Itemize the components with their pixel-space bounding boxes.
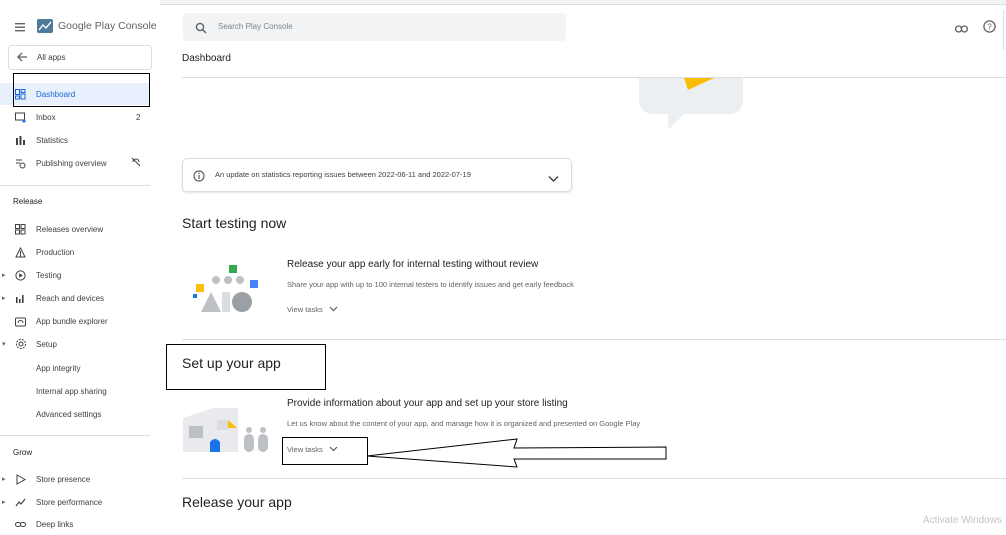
help-icon[interactable]: ? xyxy=(983,20,996,38)
inbox-count-badge: 2 xyxy=(136,112,141,122)
production-icon xyxy=(14,246,27,259)
sidebar-item-production[interactable]: Production xyxy=(0,241,150,263)
reach-chart-icon xyxy=(14,292,27,305)
sidebar-item-label: Production xyxy=(36,247,75,257)
speech-bubble-illustration xyxy=(638,78,744,130)
sidebar-item-publishing-overview[interactable]: Publishing overview xyxy=(0,152,150,174)
sidebar-item-internal-app-sharing[interactable]: Internal app sharing xyxy=(0,380,150,402)
play-outline-icon xyxy=(14,473,27,486)
menu-icon[interactable] xyxy=(14,20,26,32)
sidebar-item-label: App integrity xyxy=(36,363,81,373)
sidebar-item-app-bundle-explorer[interactable]: App bundle explorer xyxy=(0,310,150,332)
sidebar-item-label: Store performance xyxy=(36,497,103,507)
sidebar-item-testing[interactable]: ▸ Testing xyxy=(0,264,150,286)
annotation-box-view-tasks xyxy=(282,437,368,465)
header-divider xyxy=(182,77,1006,78)
all-apps-label: All apps xyxy=(37,53,66,62)
annotation-box-dashboard xyxy=(13,73,150,107)
sidebar-item-store-performance[interactable]: ▸ Store performance xyxy=(0,491,150,513)
sidebar-item-label: Releases overview xyxy=(36,224,104,234)
setup-card-subtitle: Let us know about the content of your ap… xyxy=(287,419,641,428)
sidebar-item-label: Reach and devices xyxy=(36,293,105,303)
sidebar-item-app-integrity[interactable]: App integrity xyxy=(0,357,150,379)
section-divider xyxy=(182,339,1006,340)
section-heading-grow: Grow xyxy=(13,448,33,457)
trending-up-icon xyxy=(14,496,27,509)
info-icon xyxy=(193,169,205,187)
expand-arrow-icon[interactable]: ▸ xyxy=(2,498,6,506)
testing-card-subtitle: Share your app with up to 100 internal t… xyxy=(287,280,574,289)
gear-icon xyxy=(14,338,27,351)
sidebar-item-label: Deep links xyxy=(36,519,74,529)
sidebar-divider xyxy=(0,435,150,436)
sidebar-item-label: Advanced settings xyxy=(36,409,102,419)
right-edge-divider xyxy=(1003,10,1004,50)
sidebar-item-label: Publishing overview xyxy=(36,158,107,168)
sidebar-item-label: Setup xyxy=(36,339,57,349)
setup-card-title: Provide information about your app and s… xyxy=(287,398,568,409)
play-console-logo-icon xyxy=(36,17,54,35)
annotation-box-setup xyxy=(166,344,326,390)
notice-banner[interactable]: An update on statistics reporting issues… xyxy=(182,158,572,192)
sync-off-icon xyxy=(131,157,141,169)
sidebar-item-label: Internal app sharing xyxy=(36,386,107,396)
annotation-arrow xyxy=(364,436,669,468)
sidebar-item-deep-links[interactable]: Deep links xyxy=(0,513,150,535)
arrow-back-icon xyxy=(16,50,28,68)
setup-illustration xyxy=(183,408,271,452)
section-divider xyxy=(182,478,1006,479)
publishing-icon xyxy=(14,157,27,170)
sidebar-item-inbox[interactable]: Inbox 2 xyxy=(0,106,150,128)
sidebar-item-label: Store presence xyxy=(36,474,91,484)
sidebar-item-label: Statistics xyxy=(36,135,69,145)
page-title: Dashboard xyxy=(182,53,231,64)
sidebar: Google Play Console All apps Dashboard I… xyxy=(0,0,160,529)
bundle-icon xyxy=(14,315,27,328)
svg-text:?: ? xyxy=(987,22,992,31)
expand-arrow-icon[interactable]: ▸ xyxy=(2,475,6,483)
product-name[interactable]: Google Play Console xyxy=(58,20,157,32)
windows-activation-watermark: Activate Windows xyxy=(923,515,1002,526)
search-bar[interactable]: Search Play Console xyxy=(183,13,566,41)
section-heading-release: Release your app xyxy=(182,494,292,510)
testing-card-title: Release your app early for internal test… xyxy=(287,259,539,270)
sidebar-item-statistics[interactable]: Statistics xyxy=(0,129,150,151)
sidebar-divider xyxy=(0,185,150,186)
sidebar-item-store-presence[interactable]: ▸ Store presence xyxy=(0,468,150,490)
section-heading-testing: Start testing now xyxy=(182,215,287,231)
bar-chart-icon xyxy=(14,134,27,147)
inbox-icon xyxy=(14,111,27,124)
sidebar-item-reach-and-devices[interactable]: ▸ Reach and devices xyxy=(0,287,150,309)
play-circle-icon xyxy=(14,269,27,282)
sidebar-item-label: App bundle explorer xyxy=(36,316,108,326)
testing-view-tasks-button[interactable]: View tasks xyxy=(287,305,338,314)
sidebar-item-setup[interactable]: ▾ Setup xyxy=(0,333,150,355)
expand-arrow-icon[interactable]: ▸ xyxy=(2,271,6,279)
expand-arrow-icon[interactable]: ▸ xyxy=(2,294,6,302)
grid-icon xyxy=(14,223,27,236)
all-apps-button[interactable]: All apps xyxy=(8,45,152,70)
link-icon[interactable] xyxy=(954,21,969,39)
sidebar-item-label: Testing xyxy=(36,270,62,280)
search-icon xyxy=(195,21,207,39)
sidebar-item-label: Inbox xyxy=(36,112,56,122)
sidebar-item-advanced-settings[interactable]: Advanced settings xyxy=(0,403,150,425)
search-input[interactable]: Search Play Console xyxy=(218,22,293,31)
notice-text: An update on statistics reporting issues… xyxy=(215,170,471,179)
view-tasks-label: View tasks xyxy=(287,305,323,314)
section-heading-release: Release xyxy=(13,197,43,206)
chevron-down-icon[interactable] xyxy=(548,170,559,188)
chevron-down-icon xyxy=(329,305,338,314)
testing-illustration xyxy=(193,262,263,314)
collapse-arrow-icon[interactable]: ▾ xyxy=(2,340,6,348)
sidebar-item-releases-overview[interactable]: Releases overview xyxy=(0,218,150,240)
link-icon xyxy=(14,518,27,531)
